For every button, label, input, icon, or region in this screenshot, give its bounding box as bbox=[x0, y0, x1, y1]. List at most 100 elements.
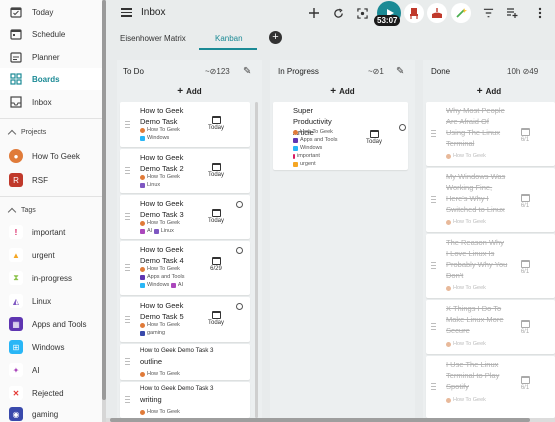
tag-in-progress[interactable]: ⧗ in-progress bbox=[0, 267, 102, 289]
task-card[interactable]: The Reason Why I Love Linux Is Probably … bbox=[426, 234, 555, 298]
drag-handle-icon[interactable] bbox=[125, 358, 130, 366]
sidebar-scrollbar[interactable] bbox=[102, 0, 106, 422]
due-date: Today bbox=[205, 209, 227, 224]
divider bbox=[0, 118, 102, 119]
tag-gaming[interactable]: ◉ gaming bbox=[0, 403, 102, 422]
focus-mode-button[interactable] bbox=[353, 4, 371, 22]
filter-button[interactable] bbox=[479, 4, 497, 22]
projects-section-toggle[interactable]: Projects bbox=[0, 124, 102, 140]
task-card[interactable]: Super Productivity Article How To Geek A… bbox=[273, 102, 408, 170]
column-title: In Progress bbox=[278, 67, 319, 76]
tag-important[interactable]: ! important bbox=[0, 221, 102, 243]
clock-icon bbox=[399, 124, 406, 131]
add-task-button[interactable]: + Add bbox=[423, 86, 555, 98]
tag-ai[interactable]: ✦ AI bbox=[0, 359, 102, 381]
project-rsf[interactable]: R RSF bbox=[0, 169, 102, 191]
timer-badge: 53:07 bbox=[374, 15, 401, 26]
due-date: 6/1 bbox=[514, 320, 536, 335]
tags-section-toggle[interactable]: Tags bbox=[0, 202, 102, 218]
task-title: How to Geek Demo Task 4 bbox=[140, 245, 184, 265]
urgent-icon: ▲ bbox=[9, 248, 23, 262]
scrollbar-thumb[interactable] bbox=[102, 0, 106, 400]
drag-handle-icon[interactable] bbox=[431, 383, 436, 391]
apps-icon: ▦ bbox=[9, 317, 23, 331]
due-date: 6/1 bbox=[514, 194, 536, 209]
more-menu-icon[interactable] bbox=[531, 4, 549, 22]
tag-label: urgent bbox=[32, 250, 55, 260]
task-card[interactable]: How to Geek Demo Task 5 How To Geek gami… bbox=[120, 297, 250, 342]
add-task-button[interactable]: + Add bbox=[117, 86, 262, 98]
drag-handle-icon[interactable] bbox=[125, 315, 130, 324]
drag-handle-icon[interactable] bbox=[125, 120, 130, 129]
tag-apps-and-tools[interactable]: ▦ Apps and Tools bbox=[0, 313, 102, 335]
drag-handle-icon[interactable] bbox=[125, 396, 130, 404]
nav-boards[interactable]: Boards bbox=[0, 68, 102, 90]
ai-icon: ✦ bbox=[9, 363, 23, 377]
tag-label: AI bbox=[32, 365, 40, 375]
task-card[interactable]: How to Geek Demo Task How To Geek Window… bbox=[120, 102, 250, 147]
tab-eisenhower-matrix[interactable]: Eisenhower Matrix bbox=[120, 26, 186, 50]
task-tags: How To Geek bbox=[140, 408, 180, 416]
task-tags: How To Geek AI Linux bbox=[140, 219, 180, 235]
drag-handle-icon[interactable] bbox=[431, 262, 436, 270]
drag-handle-icon[interactable] bbox=[431, 323, 436, 331]
tag-rejected[interactable]: ✕ Rejected bbox=[0, 382, 102, 404]
task-card[interactable]: How to Geek Demo Task 3 How To Geek AI L… bbox=[120, 195, 250, 239]
task-title: The Reason Why I Love Linux Is Probably … bbox=[446, 238, 508, 280]
task-tags: How To Geek bbox=[446, 284, 486, 292]
nav-schedule[interactable]: Schedule bbox=[0, 23, 102, 45]
subtask-card[interactable]: How to Geek Demo Task 3 outline How To G… bbox=[120, 344, 250, 380]
task-title: outline bbox=[140, 357, 163, 366]
task-card[interactable]: My Windows Was Working Fine, Here's Why … bbox=[426, 168, 555, 232]
add-to-list-button[interactable] bbox=[503, 4, 521, 22]
task-card[interactable]: X Things I Do To Make Linux More Secure … bbox=[426, 300, 555, 354]
tag-linux[interactable]: ◭ Linux bbox=[0, 290, 102, 312]
drag-handle-icon[interactable] bbox=[125, 167, 130, 175]
task-title: How to Geek Demo Task 5 bbox=[140, 301, 184, 321]
add-task-button[interactable]: + Add bbox=[270, 86, 415, 98]
column-header: Done 10h ⊘49 bbox=[423, 66, 555, 80]
cake-icon[interactable] bbox=[427, 3, 447, 23]
column-title: Done bbox=[431, 67, 451, 76]
column-estimate: 10h ⊘49 bbox=[507, 67, 539, 76]
clock-icon bbox=[236, 303, 243, 310]
tag-windows[interactable]: ⊞ Windows bbox=[0, 336, 102, 358]
add-task-button[interactable] bbox=[305, 4, 323, 22]
magic-wand-icon[interactable] bbox=[451, 3, 471, 23]
drag-handle-icon[interactable] bbox=[431, 196, 436, 204]
add-board-button[interactable]: + bbox=[269, 31, 282, 44]
drag-handle-icon[interactable] bbox=[125, 213, 130, 221]
task-card[interactable]: How to Geek Demo Task 4 How To Geek Apps… bbox=[120, 241, 250, 295]
drag-handle-icon[interactable] bbox=[431, 130, 436, 138]
chair-icon[interactable] bbox=[404, 3, 424, 23]
nav-inbox[interactable]: Inbox bbox=[0, 91, 102, 113]
tag-label: Rejected bbox=[32, 388, 64, 398]
schedule-icon bbox=[9, 27, 23, 41]
nav-label: Boards bbox=[32, 74, 60, 84]
task-card[interactable]: I Use The Linux Terminal to Play Spotify… bbox=[426, 356, 555, 418]
tab-kanban[interactable]: Kanban bbox=[215, 26, 243, 50]
board-horizontal-scrollbar[interactable] bbox=[106, 418, 555, 422]
edit-icon[interactable]: ✎ bbox=[396, 66, 404, 77]
add-label: Add bbox=[186, 87, 202, 96]
sync-button[interactable] bbox=[329, 4, 347, 22]
menu-icon[interactable] bbox=[121, 8, 132, 17]
task-title: I Use The Linux Terminal to Play Spotify bbox=[446, 360, 500, 391]
task-card[interactable]: How to Geek Demo Task 2 How To Geek Linu… bbox=[120, 149, 250, 193]
task-tags: How To Geek bbox=[446, 396, 486, 404]
column-scrollbar[interactable] bbox=[255, 102, 258, 418]
task-card[interactable]: Why Most People Are Afraid Of Using The … bbox=[426, 102, 555, 166]
subtask-card[interactable]: How to Geek Demo Task 3 writing How To G… bbox=[120, 382, 250, 418]
important-icon: ! bbox=[9, 225, 23, 239]
chevron-up-icon bbox=[7, 207, 17, 216]
calendar-icon bbox=[211, 209, 221, 217]
drag-handle-icon[interactable] bbox=[125, 264, 130, 272]
project-how-to-geek[interactable]: ● How To Geek bbox=[0, 145, 102, 167]
edit-icon[interactable]: ✎ bbox=[243, 66, 251, 77]
scrollbar-thumb[interactable] bbox=[110, 418, 530, 422]
due-date: 6/1 bbox=[514, 128, 536, 143]
nav-today[interactable]: Today bbox=[0, 1, 102, 23]
calendar-icon bbox=[369, 130, 379, 138]
nav-planner[interactable]: Planner bbox=[0, 46, 102, 68]
tag-urgent[interactable]: ▲ urgent bbox=[0, 244, 102, 266]
